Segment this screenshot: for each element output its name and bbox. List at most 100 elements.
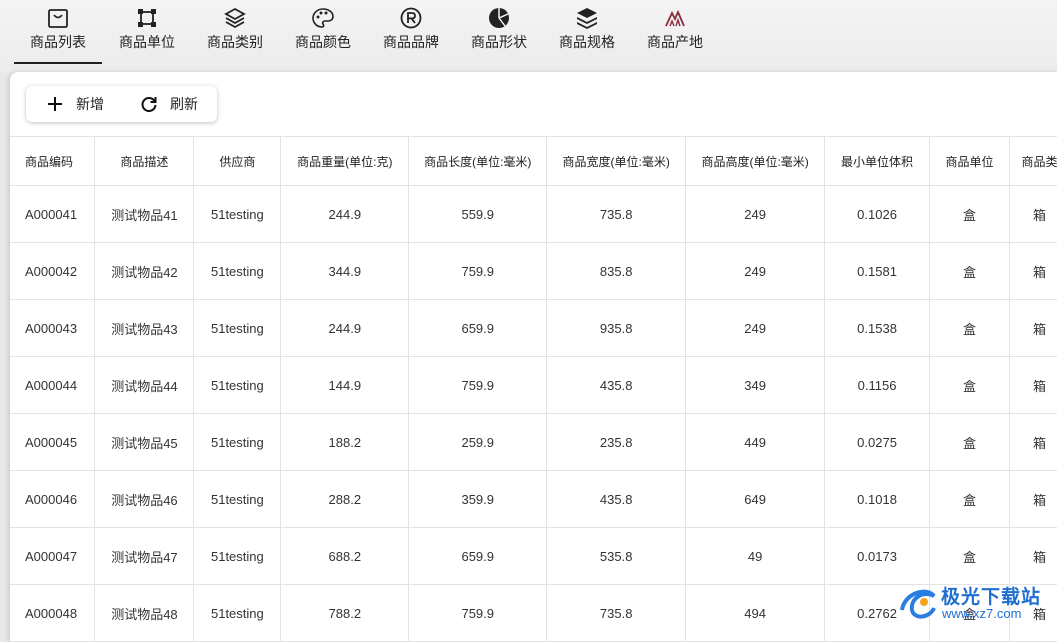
cell-weight: 688.2 [280,527,410,585]
main-panel: 新增 刷新 商品编码 商品描述 供应商 商品重量(单位:克) 商品长度(单位:毫… [10,72,1057,642]
cell-category: 箱 [1009,356,1057,414]
cell-height: 249 [685,185,826,243]
table-header-row: 商品编码 商品描述 供应商 商品重量(单位:克) 商品长度(单位:毫米) 商品宽… [10,136,1057,186]
cell-code: A000042 [10,242,96,300]
cell-height: 494 [685,584,826,642]
add-button[interactable]: 新增 [46,86,104,122]
column-header[interactable]: 商品重量(单位:克) [280,136,410,186]
tab-product-spec[interactable]: 商品规格 [543,0,631,66]
cell-height: 349 [685,356,826,414]
cell-code: A000044 [10,356,96,414]
tab-product-list[interactable]: 商品列表 [14,0,102,66]
cell-description: 测试物品41 [94,185,195,243]
cell-supplier: 51testing [193,470,282,528]
active-tab-indicator [14,62,102,64]
tab-label: 商品颜色 [295,34,351,50]
column-header[interactable]: 最小单位体积 [824,136,931,186]
cell-description: 测试物品45 [94,413,195,471]
column-header[interactable]: 商品高度(单位:毫米) [685,136,826,186]
cell-width: 235.8 [546,413,687,471]
cell-volume: 0.1581 [824,242,931,300]
cell-code: A000047 [10,527,96,585]
cell-code: A000043 [10,299,96,357]
tab-product-brand[interactable]: 商品品牌 [367,0,455,66]
cell-category: 箱 [1009,527,1057,585]
tab-label: 商品规格 [559,34,615,50]
cell-height: 249 [685,299,826,357]
column-header[interactable]: 商品类 [1009,136,1057,186]
cell-category: 箱 [1009,242,1057,300]
cell-width: 935.8 [546,299,687,357]
tab-label: 商品单位 [119,34,175,50]
cell-length: 759.9 [408,584,548,642]
cell-description: 测试物品46 [94,470,195,528]
cell-supplier: 51testing [193,584,282,642]
cell-category: 箱 [1009,299,1057,357]
table-row[interactable]: A000046 测试物品46 51testing 288.2 359.9 435… [10,470,1057,528]
cell-weight: 188.2 [280,413,410,471]
cell-supplier: 51testing [193,413,282,471]
table-row[interactable]: A000044 测试物品44 51testing 144.9 759.9 435… [10,356,1057,414]
mountain-icon [663,6,687,30]
tab-product-color[interactable]: 商品颜色 [279,0,367,66]
cell-weight: 344.9 [280,242,410,300]
cell-code: A000046 [10,470,96,528]
column-header[interactable]: 供应商 [193,136,282,186]
tab-product-origin[interactable]: 商品产地 [631,0,719,66]
cell-volume: 0.1538 [824,299,931,357]
table-row[interactable]: A000042 测试物品42 51testing 344.9 759.9 835… [10,242,1057,300]
cell-supplier: 51testing [193,527,282,585]
cell-height: 449 [685,413,826,471]
cell-code: A000045 [10,413,96,471]
cell-code: A000048 [10,584,96,642]
tab-label: 商品列表 [30,34,86,50]
refresh-button-label: 刷新 [170,96,198,112]
column-header[interactable]: 商品编码 [10,136,96,186]
cell-unit: 盒 [929,356,1010,414]
tab-product-shape[interactable]: 商品形状 [455,0,543,66]
cell-height: 649 [685,470,826,528]
tab-product-category[interactable]: 商品类别 [191,0,279,66]
cell-length: 259.9 [408,413,548,471]
tab-product-unit[interactable]: 商品单位 [103,0,191,66]
product-table: 商品编码 商品描述 供应商 商品重量(单位:克) 商品长度(单位:毫米) 商品宽… [10,136,1057,642]
cell-volume: 0.0173 [824,527,931,585]
cell-length: 759.9 [408,242,548,300]
pie-icon [487,6,511,30]
cell-unit: 盒 [929,470,1010,528]
cell-code: A000041 [10,185,96,243]
cell-length: 659.9 [408,527,548,585]
cell-supplier: 51testing [193,299,282,357]
tab-bar: 商品列表 商品单位 商品类别 商品颜色 商品品牌 商品形状 商品规格 商品产地 [0,0,1057,72]
column-header[interactable]: 商品描述 [94,136,195,186]
cell-width: 535.8 [546,527,687,585]
cell-category: 箱 [1009,470,1057,528]
table-row[interactable]: A000045 测试物品45 51testing 188.2 259.9 235… [10,413,1057,471]
cell-category: 箱 [1009,185,1057,243]
cell-width: 435.8 [546,470,687,528]
cell-volume: 0.0275 [824,413,931,471]
column-header[interactable]: 商品长度(单位:毫米) [408,136,548,186]
refresh-button[interactable]: 刷新 [140,86,198,122]
cell-weight: 288.2 [280,470,410,528]
watermark-logo: 极光下载站 www.xz7.com [896,578,1056,628]
cell-supplier: 51testing [193,356,282,414]
cell-weight: 244.9 [280,299,410,357]
tab-label: 商品品牌 [383,34,439,50]
stack-icon [575,6,599,30]
table-row[interactable]: A000041 测试物品41 51testing 244.9 559.9 735… [10,185,1057,243]
cell-width: 435.8 [546,356,687,414]
table-row[interactable]: A000043 测试物品43 51testing 244.9 659.9 935… [10,299,1057,357]
cell-length: 359.9 [408,470,548,528]
layers-icon [223,6,247,30]
cell-length: 559.9 [408,185,548,243]
add-button-label: 新增 [76,96,104,112]
cell-description: 测试物品42 [94,242,195,300]
column-header[interactable]: 商品宽度(单位:毫米) [546,136,687,186]
watermark-url: www.xz7.com [942,606,1022,621]
column-header[interactable]: 商品单位 [929,136,1010,186]
table-row[interactable]: A000047 测试物品47 51testing 688.2 659.9 535… [10,527,1057,585]
tab-label: 商品形状 [471,34,527,50]
plus-icon [48,97,62,111]
cell-length: 659.9 [408,299,548,357]
